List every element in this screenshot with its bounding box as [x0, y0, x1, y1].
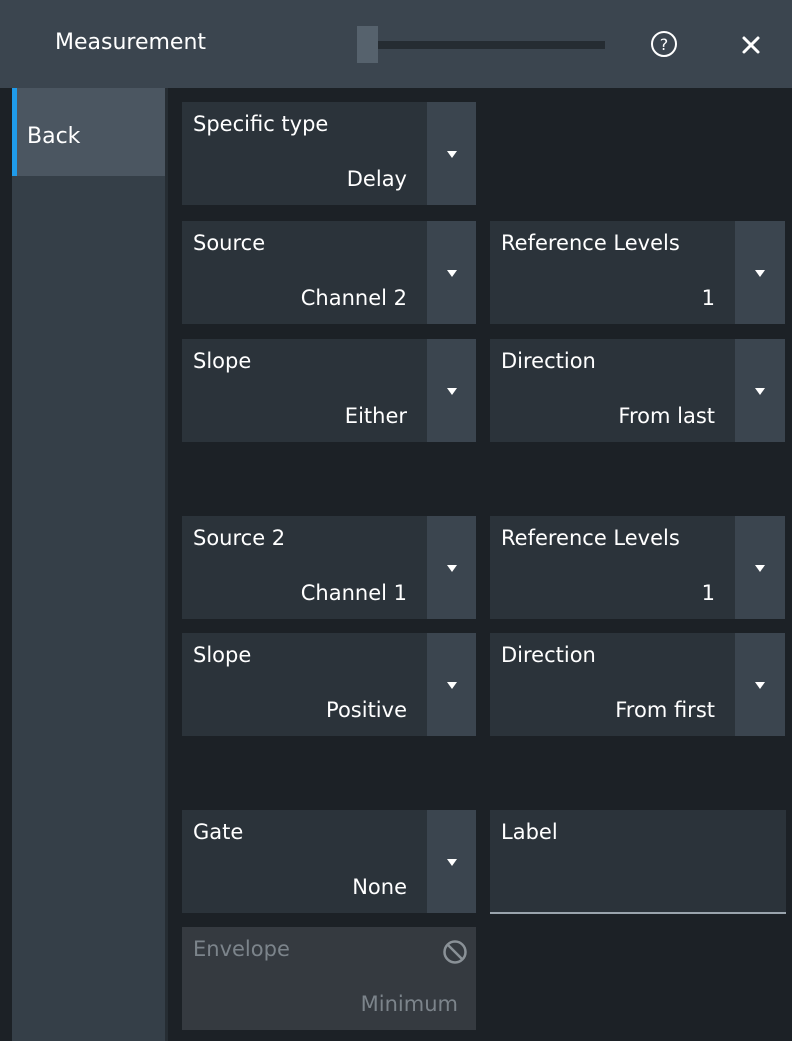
slope-dropdown-button[interactable] [427, 339, 476, 442]
envelope-value: Minimum [360, 992, 458, 1016]
gate-value: None [352, 875, 407, 899]
transparency-slider-handle[interactable] [357, 26, 378, 63]
slope-dropdown[interactable]: Slope Either [182, 339, 427, 442]
source-2-dropdown[interactable]: Source 2 Channel 1 [182, 516, 427, 619]
sidebar-active-indicator [12, 88, 17, 176]
direction-value: From last [618, 404, 715, 428]
slope-2-dropdown[interactable]: Slope Positive [182, 633, 427, 736]
direction-label: Direction [501, 349, 596, 373]
source-label: Source [193, 231, 266, 255]
reference-levels-2-dropdown-button[interactable] [735, 516, 785, 619]
gate-label: Gate [193, 820, 244, 844]
dropdown-arrow-icon [446, 681, 457, 689]
reference-levels-value: 1 [701, 286, 715, 310]
source-2-dropdown-button[interactable] [427, 516, 476, 619]
dropdown-arrow-icon [755, 269, 765, 277]
direction-dropdown[interactable]: Direction From last [490, 339, 735, 442]
reference-levels-2-label: Reference Levels [501, 526, 680, 550]
dropdown-arrow-icon [755, 681, 765, 689]
reference-levels-2-dropdown[interactable]: Reference Levels 1 [490, 516, 735, 619]
dropdown-arrow-icon [446, 387, 457, 395]
direction-2-label: Direction [501, 643, 596, 667]
dropdown-arrow-icon [755, 564, 765, 572]
direction-dropdown-button[interactable] [735, 339, 785, 442]
source-value: Channel 2 [300, 286, 407, 310]
reference-levels-dropdown-button[interactable] [735, 221, 785, 324]
reference-levels-dropdown[interactable]: Reference Levels 1 [490, 221, 735, 324]
direction-2-value: From first [615, 698, 715, 722]
dropdown-arrow-icon [755, 387, 765, 395]
slope-2-label: Slope [193, 643, 252, 667]
slope-2-dropdown-button[interactable] [427, 633, 476, 736]
gate-dropdown[interactable]: Gate None [182, 810, 427, 913]
help-button[interactable]: ? [650, 30, 678, 58]
slope-2-value: Positive [326, 698, 407, 722]
dropdown-arrow-icon [446, 150, 457, 158]
source-2-label: Source 2 [193, 526, 286, 550]
reference-levels-2-value: 1 [701, 581, 715, 605]
dropdown-arrow-icon [446, 858, 457, 866]
slope-label: Slope [193, 349, 252, 373]
close-icon [742, 36, 760, 54]
sidebar-item-back-label: Back [27, 124, 81, 149]
sidebar [12, 88, 165, 1041]
help-circle-icon: ? [651, 31, 677, 57]
dialog-header: Measurement ? [0, 0, 792, 88]
slope-value: Either [344, 404, 407, 428]
dialog-title: Measurement [55, 30, 207, 55]
direction-2-dropdown[interactable]: Direction From first [490, 633, 735, 736]
gate-dropdown-button[interactable] [427, 810, 476, 913]
dropdown-arrow-icon [446, 269, 457, 277]
envelope-label: Envelope [193, 937, 290, 961]
close-button[interactable] [738, 32, 764, 58]
measurement-dialog: Measurement ? Back Specific type Delay S… [0, 0, 792, 1041]
source-dropdown-button[interactable] [427, 221, 476, 324]
source-dropdown[interactable]: Source Channel 2 [182, 221, 427, 324]
specific-type-dropdown-button[interactable] [427, 102, 476, 205]
svg-text:?: ? [660, 35, 669, 54]
reference-levels-label: Reference Levels [501, 231, 680, 255]
label-input[interactable]: Label [490, 810, 786, 914]
no-entry-icon [442, 939, 468, 965]
dropdown-arrow-icon [446, 564, 457, 572]
specific-type-dropdown[interactable]: Specific type Delay [182, 102, 427, 205]
specific-type-value: Delay [346, 167, 407, 191]
transparency-slider-track[interactable] [357, 41, 605, 49]
direction-2-dropdown-button[interactable] [735, 633, 785, 736]
specific-type-label: Specific type [193, 112, 329, 136]
source-2-value: Channel 1 [300, 581, 407, 605]
envelope-dropdown: Envelope Minimum [182, 927, 476, 1030]
label-input-label: Label [501, 820, 558, 844]
